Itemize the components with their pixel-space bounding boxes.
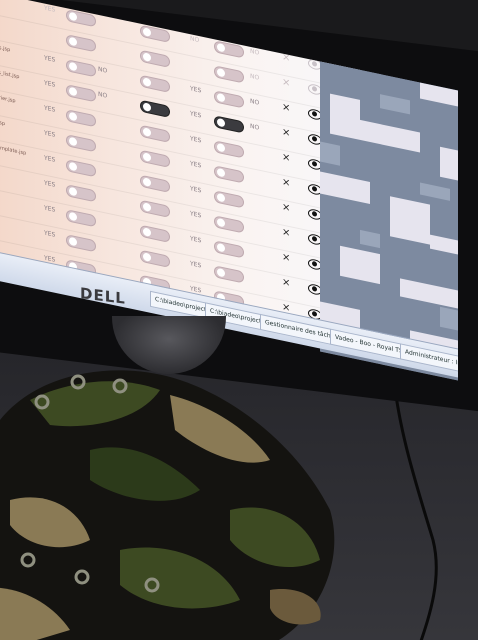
permission-toggle[interactable] — [140, 249, 170, 268]
delete-icon[interactable]: × — [282, 52, 290, 65]
permission-toggle[interactable] — [214, 140, 244, 159]
permission-label: NO — [250, 72, 260, 82]
permission-label: YES — [190, 185, 202, 195]
permission-label: YES — [44, 4, 56, 14]
permission-toggle[interactable] — [66, 109, 96, 128]
permission-toggle[interactable] — [140, 124, 170, 143]
permission-label: YES — [190, 235, 202, 245]
monitor-cable — [391, 370, 438, 640]
view-icon[interactable] — [308, 32, 322, 46]
delete-icon[interactable]: × — [282, 252, 290, 265]
permission-toggle[interactable] — [140, 199, 170, 218]
permission-toggle[interactable] — [214, 40, 244, 59]
delete-icon[interactable]: × — [282, 277, 290, 290]
permission-toggle[interactable] — [214, 90, 244, 109]
permission-toggle[interactable] — [66, 234, 96, 253]
permission-toggle[interactable] — [66, 84, 96, 103]
permission-label: YES — [190, 210, 202, 220]
permission-toggle[interactable] — [66, 0, 96, 3]
permission-toggle[interactable] — [140, 74, 170, 93]
permission-toggle[interactable] — [140, 224, 170, 243]
permission-label: NO — [250, 47, 260, 57]
permission-toggle[interactable] — [214, 240, 244, 259]
file-name: abt_pos.jsp — [0, 41, 11, 54]
delete-icon[interactable]: × — [282, 227, 290, 240]
permission-toggle[interactable] — [140, 149, 170, 168]
file-name: l_liste.jsp — [0, 116, 6, 128]
permission-toggle[interactable] — [66, 159, 96, 178]
permission-label: YES — [44, 204, 56, 214]
permission-label: YES — [44, 229, 56, 239]
permission-label: YES — [190, 10, 202, 20]
permission-toggle[interactable] — [214, 65, 244, 84]
permission-label: YES — [44, 129, 56, 139]
delete-icon[interactable]: × — [282, 202, 290, 215]
permission-toggle[interactable] — [214, 165, 244, 184]
file-name: liste_template.jsp — [0, 141, 27, 157]
permission-toggle[interactable] — [140, 99, 170, 118]
delete-icon[interactable]: × — [282, 177, 290, 190]
permission-toggle[interactable] — [66, 209, 96, 228]
photo-scene: YES NO YES NO × YES NO NO × NO × abt_pos.jsp YES NO YE… — [0, 0, 478, 640]
delete-icon[interactable]: × — [282, 102, 290, 115]
permission-toggle[interactable] — [214, 190, 244, 209]
permission-label: NO — [250, 97, 260, 107]
permission-toggle[interactable] — [214, 265, 244, 284]
permission-label: NO — [98, 90, 108, 100]
permission-toggle[interactable] — [214, 115, 244, 134]
permission-label: NO — [250, 22, 260, 32]
permission-label: YES — [44, 79, 56, 89]
permission-label: YES — [190, 160, 202, 170]
permission-label: YES — [44, 154, 56, 164]
permission-label: NO — [98, 65, 108, 75]
camouflage-boonie-hat — [0, 360, 350, 640]
permission-label: NO — [190, 35, 200, 45]
permission-label: YES — [44, 54, 56, 64]
permission-toggle[interactable] — [214, 15, 244, 34]
file-name: c_cards_list.jsp — [0, 66, 20, 81]
permission-toggle[interactable] — [66, 9, 96, 28]
delete-icon[interactable]: × — [282, 152, 290, 165]
delete-icon[interactable]: × — [282, 27, 290, 40]
permission-toggle[interactable] — [66, 34, 96, 53]
permission-toggle[interactable] — [66, 184, 96, 203]
permission-toggle[interactable] — [66, 134, 96, 153]
permission-label: YES — [190, 260, 202, 270]
permission-label: YES — [44, 179, 56, 189]
monitor-screen: YES NO YES NO × YES NO NO × NO × abt_pos.jsp YES NO YE… — [0, 0, 458, 411]
permission-toggle[interactable] — [140, 49, 170, 68]
permission-toggle[interactable] — [140, 24, 170, 43]
file-name: calendrier.jsp — [0, 91, 16, 105]
monitor: YES NO YES NO × YES NO NO × NO × abt_pos.jsp YES NO YE… — [0, 0, 478, 417]
delete-icon[interactable]: × — [282, 127, 290, 140]
permission-label: YES — [44, 104, 56, 114]
permission-toggle[interactable] — [140, 174, 170, 193]
permission-toggle[interactable] — [140, 0, 170, 18]
delete-icon[interactable]: × — [282, 77, 290, 90]
permission-label: YES — [190, 85, 202, 95]
permission-label: YES — [190, 110, 202, 120]
permission-label: NO — [250, 122, 260, 132]
permission-label: YES — [190, 135, 202, 145]
permission-toggle[interactable] — [66, 59, 96, 78]
permission-toggle[interactable] — [214, 215, 244, 234]
